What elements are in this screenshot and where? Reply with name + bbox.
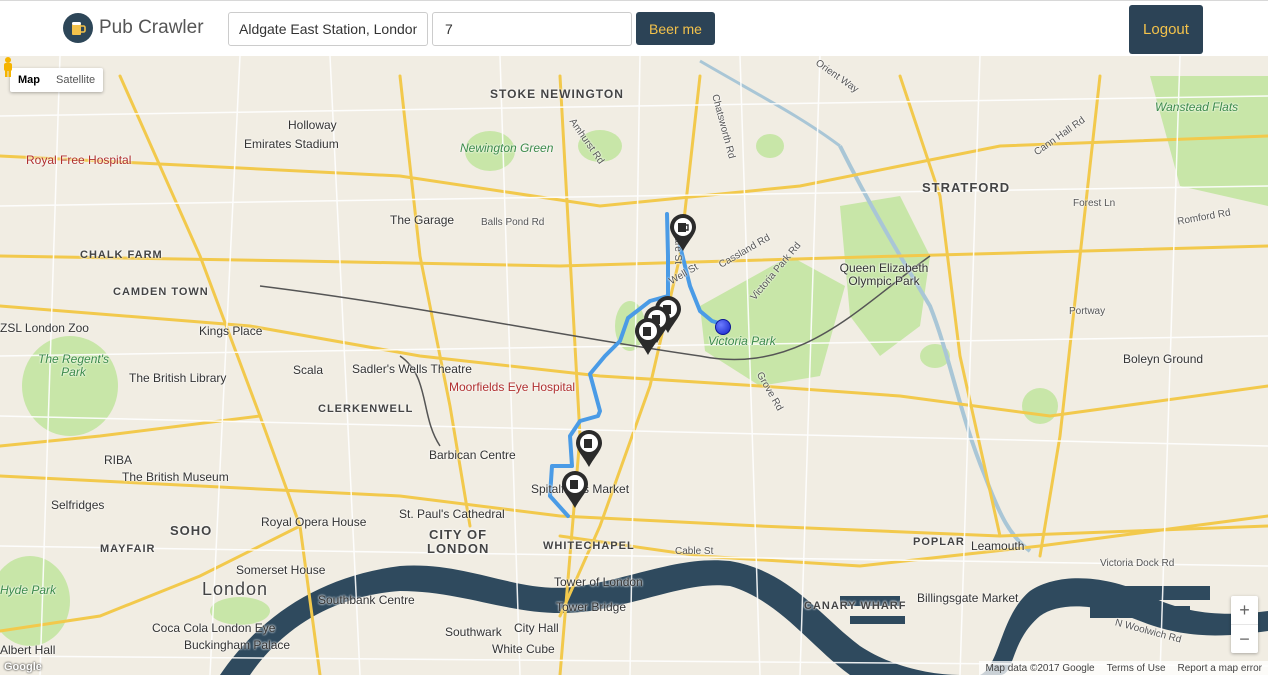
label-london: London [202, 579, 269, 599]
label-royal-free: Royal Free Hospital [26, 153, 132, 167]
report-map-error-link[interactable]: Report a map error [1178, 663, 1262, 674]
label-chalk-farm: CHALK FARM [80, 249, 163, 261]
location-input[interactable] [228, 12, 428, 46]
label-newington-green: Newington Green [460, 141, 554, 155]
label-canary-wharf: CANARY WHARF [804, 600, 907, 612]
label-buckingham: Buckingham Palace [184, 638, 291, 652]
label-stratford: STRATFORD [922, 180, 1011, 195]
label-british-museum: The British Museum [122, 470, 229, 484]
label-qe-olympic: Queen Elizabeth Olympic Park [839, 261, 929, 288]
label-st-pauls: St. Paul's Cathedral [399, 507, 505, 521]
zoom-out-button[interactable]: − [1231, 625, 1258, 653]
logout-button[interactable]: Logout [1129, 5, 1203, 54]
label-scala: Scala [293, 363, 324, 377]
zoom-control: + − [1231, 596, 1258, 653]
label-zsl: ZSL London Zoo [0, 321, 89, 335]
label-city-hall: City Hall [514, 621, 559, 635]
label-hyde-park: Hyde Park [0, 583, 57, 597]
label-boleyn: Boleyn Ground [1123, 352, 1204, 366]
label-camden: CAMDEN TOWN [113, 286, 209, 298]
map-footer: Map data ©2017 Google Terms of Use Repor… [979, 661, 1268, 675]
label-tower-of-london: Tower of London [554, 575, 643, 589]
label-albert-hall: Albert Hall [0, 643, 56, 657]
current-location-marker[interactable] [715, 319, 731, 335]
label-portway: Portway [1069, 306, 1106, 317]
label-southwark: Southwark [445, 625, 502, 639]
label-city-of-london: CITY OF LONDON [427, 527, 490, 556]
pub-count-input[interactable] [432, 12, 632, 46]
terms-of-use-link[interactable]: Terms of Use [1107, 663, 1166, 674]
zoom-in-button[interactable]: + [1231, 596, 1258, 624]
label-emirates: Emirates Stadium [244, 137, 339, 151]
label-riba: RIBA [104, 453, 133, 467]
label-stoke-newington: STOKE NEWINGTON [490, 87, 624, 101]
pub-marker-icon[interactable] [575, 430, 603, 468]
label-british-library: The British Library [129, 371, 227, 385]
label-clerkenwell: CLERKENWELL [318, 403, 414, 415]
brand-name: Pub Crawler [99, 17, 204, 38]
label-somerset: Somerset House [236, 563, 326, 577]
label-mayfair: MAYFAIR [100, 543, 156, 555]
top-navbar: Pub Crawler Beer me Logout [0, 0, 1268, 56]
label-victoria-dock-rd: Victoria Dock Rd [1100, 558, 1175, 569]
pub-marker-icon[interactable] [561, 471, 589, 509]
map-type-control: Map Satellite [10, 68, 104, 92]
label-kings-place: Kings Place [199, 324, 263, 338]
label-whitechapel: WHITECHAPEL [543, 540, 635, 552]
label-coca-cola: Coca Cola London Eye [152, 621, 276, 635]
label-white-cube: White Cube [492, 642, 555, 656]
map-canvas[interactable]: STOKE NEWINGTON Holloway Emirates Stadiu… [0, 56, 1268, 675]
label-the-garage: The Garage [390, 213, 455, 227]
label-forest-ln: Forest Ln [1073, 198, 1116, 209]
google-logo[interactable]: Google [4, 661, 42, 673]
label-balls-pond-rd: Balls Pond Rd [481, 217, 545, 228]
label-poplar: POPLAR [913, 536, 965, 548]
beer-me-button[interactable]: Beer me [636, 12, 715, 45]
label-soho: SOHO [170, 523, 213, 538]
label-billingsgate: Billingsgate Market [917, 591, 1019, 605]
label-regents-park: The Regent's Park [38, 352, 109, 379]
pegman-icon[interactable] [0, 56, 16, 78]
label-cable-st: Cable St [675, 546, 714, 557]
pub-marker-icon[interactable] [669, 214, 697, 252]
pub-marker-icon[interactable] [634, 318, 662, 356]
label-barbican: Barbican Centre [429, 448, 516, 462]
label-royal-opera: Royal Opera House [261, 515, 367, 529]
brand[interactable]: Pub Crawler [63, 13, 204, 43]
label-tower-bridge: Tower Bridge [556, 600, 627, 614]
label-victoria-park: Victoria Park [708, 334, 776, 348]
map-type-satellite-button[interactable]: Satellite [48, 68, 103, 92]
label-selfridges: Selfridges [51, 498, 105, 512]
label-moorfields: Moorfields Eye Hospital [449, 380, 576, 394]
label-sadlers: Sadler's Wells Theatre [352, 362, 472, 376]
beer-mug-icon [63, 13, 93, 43]
map-data-attribution: Map data ©2017 Google [985, 662, 1095, 674]
label-leamouth: Leamouth [971, 539, 1025, 553]
label-holloway: Holloway [288, 118, 337, 132]
label-southbank: Southbank Centre [318, 593, 415, 607]
label-wanstead: Wanstead Flats [1155, 100, 1239, 114]
